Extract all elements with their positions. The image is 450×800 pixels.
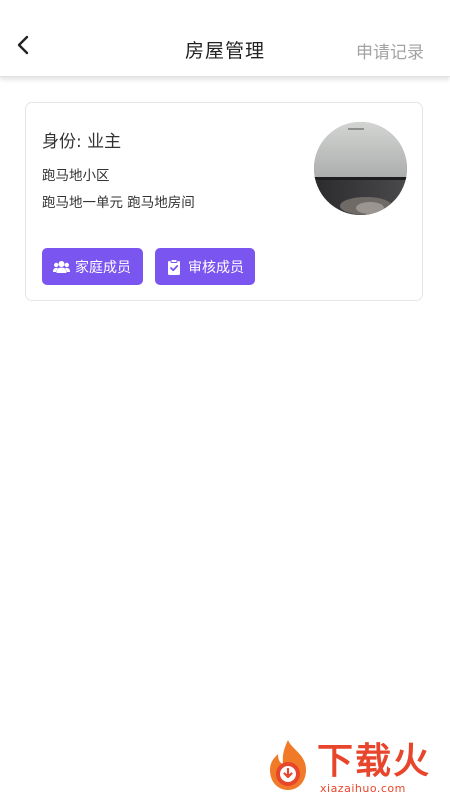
unit-room-name: 跑马地一单元 跑马地房间 [42,195,195,211]
application-records-link[interactable]: 申请记录 [356,38,424,63]
house-management-page: 房屋管理 申请记录 身份: 业主 跑马地小区 跑马地一单元 跑马地房间 家庭成员… [0,0,450,800]
watermark: 下载火 xiazaihuo.com [262,738,442,796]
avatar [314,122,407,215]
identity-label: 身份: 业主 [42,132,122,152]
users-icon [52,258,70,276]
community-name: 跑马地小区 [42,168,110,184]
top-bar: 房屋管理 申请记录 [0,0,450,77]
review-members-button[interactable]: 审核成员 [155,248,255,285]
family-members-button[interactable]: 家庭成员 [42,248,143,285]
watermark-url: xiazaihuo.com [320,782,406,795]
flame-logo-icon [270,740,306,790]
watermark-text: 下载火 [317,741,432,782]
house-card: 身份: 业主 跑马地小区 跑马地一单元 跑马地房间 家庭成员 审核成员 [25,102,423,301]
clipboard-check-icon [165,258,183,276]
review-members-label: 审核成员 [188,259,244,276]
family-members-label: 家庭成员 [75,259,131,276]
